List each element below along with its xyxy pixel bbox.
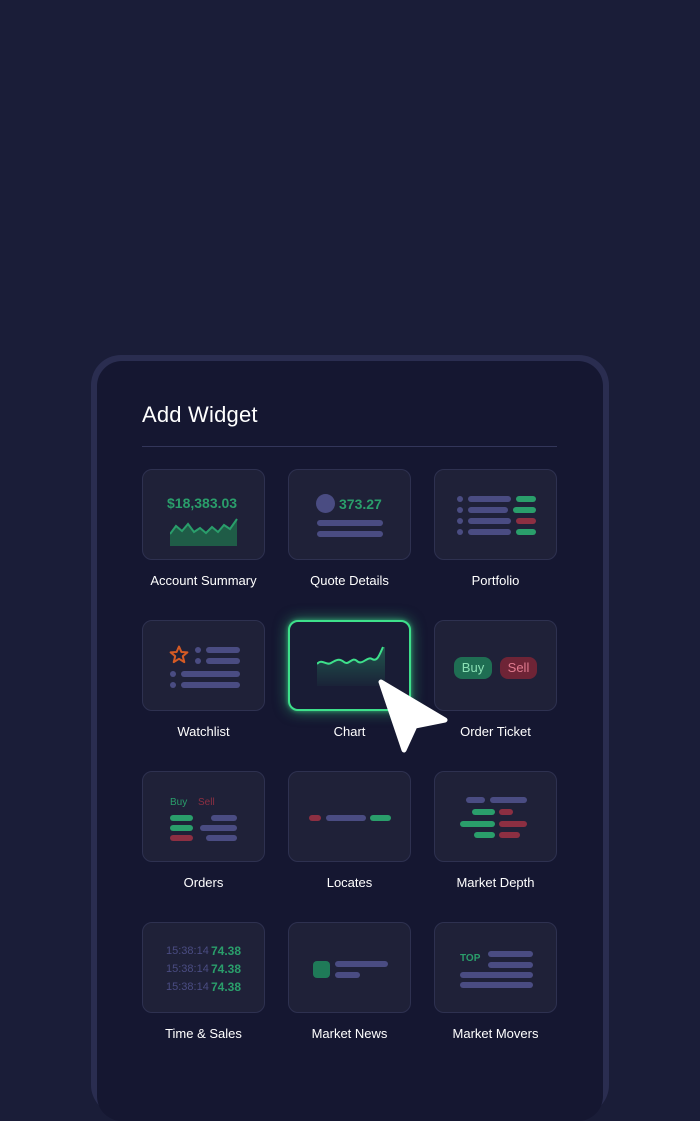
ask-bar xyxy=(499,832,520,838)
widget-label-market-movers: Market Movers xyxy=(452,1026,539,1041)
widget-tile-watchlist[interactable] xyxy=(142,620,265,711)
widget-tile-quote-details[interactable]: 373.27 xyxy=(288,469,411,560)
buy-label: Buy xyxy=(170,797,188,808)
placeholder-line xyxy=(206,647,240,653)
list-bullet xyxy=(195,658,201,664)
widget-label-order-ticket: Order Ticket xyxy=(460,724,531,739)
placeholder-line xyxy=(181,671,240,677)
sell-button-preview: Sell xyxy=(500,657,537,679)
placeholder-line xyxy=(317,520,383,526)
placeholder-line xyxy=(206,835,237,841)
widget-label-orders: Orders xyxy=(183,875,224,890)
negative-bar xyxy=(170,835,193,841)
top-badge: TOP xyxy=(460,953,481,964)
placeholder-line xyxy=(468,518,511,524)
widget-label-quote-details: Quote Details xyxy=(310,573,389,588)
placeholder-line xyxy=(468,496,511,502)
placeholder-line xyxy=(468,507,508,513)
placeholder-line xyxy=(488,962,533,968)
ask-bar xyxy=(499,809,513,815)
positive-bar xyxy=(170,815,193,821)
widget-tile-account-summary[interactable]: $18,383.03 xyxy=(142,469,265,560)
placeholder-line xyxy=(335,972,360,978)
placeholder-line xyxy=(326,815,366,821)
widget-label-market-news: Market News xyxy=(311,1026,388,1041)
trade-price: 74.38 xyxy=(211,944,242,958)
list-bullet xyxy=(457,496,463,502)
list-bullet xyxy=(457,529,463,535)
widget-tile-orders[interactable]: Buy Sell xyxy=(142,771,265,862)
placeholder-line xyxy=(488,951,533,957)
trade-price: 74.38 xyxy=(211,980,242,994)
positive-bar xyxy=(370,815,391,821)
positive-bar xyxy=(170,825,193,831)
list-bullet xyxy=(170,682,176,688)
widget-label-time-sales: Time & Sales xyxy=(165,1026,242,1041)
widget-tile-order-ticket[interactable]: Buy Sell xyxy=(434,620,557,711)
placeholder-line xyxy=(466,797,485,803)
divider xyxy=(142,446,557,447)
widget-tile-time-sales[interactable]: 15:38:14 74.38 15:38:14 74.38 15:38:14 7… xyxy=(142,922,265,1013)
widget-label-locates: Locates xyxy=(326,875,373,890)
list-bullet xyxy=(170,671,176,677)
placeholder-line xyxy=(460,982,533,988)
mouse-pointer-icon xyxy=(378,679,448,753)
dialog-title: Add Widget xyxy=(142,402,258,427)
positive-bar xyxy=(516,529,536,535)
placeholder-line xyxy=(468,529,511,535)
widget-tile-market-depth[interactable] xyxy=(434,771,557,862)
negative-bar xyxy=(516,518,536,524)
negative-bar xyxy=(309,815,321,821)
star-icon xyxy=(169,645,189,664)
list-bullet xyxy=(457,507,463,513)
symbol-avatar-icon xyxy=(316,494,335,513)
placeholder-line xyxy=(317,531,383,537)
sell-label: Sell xyxy=(198,797,215,808)
trade-time: 15:38:14 xyxy=(166,981,209,993)
trade-time: 15:38:14 xyxy=(166,945,209,957)
list-bullet xyxy=(457,518,463,524)
placeholder-line xyxy=(335,961,388,967)
placeholder-line xyxy=(206,658,240,664)
list-bullet xyxy=(195,647,201,653)
ask-bar xyxy=(499,821,527,827)
quote-price: 373.27 xyxy=(339,496,382,512)
bid-bar xyxy=(460,821,495,827)
widget-tile-portfolio[interactable] xyxy=(434,469,557,560)
widget-label-account-summary: Account Summary xyxy=(150,573,257,588)
area-chart-icon xyxy=(170,518,238,546)
placeholder-line xyxy=(211,815,237,821)
placeholder-line xyxy=(181,682,240,688)
bid-bar xyxy=(474,832,495,838)
placeholder-line xyxy=(490,797,527,803)
widget-tile-market-news[interactable] xyxy=(288,922,411,1013)
widget-tile-locates[interactable] xyxy=(288,771,411,862)
widget-label-watchlist: Watchlist xyxy=(177,724,230,739)
trade-price: 74.38 xyxy=(211,962,242,976)
news-thumbnail-icon xyxy=(313,961,330,978)
widget-tile-market-movers[interactable]: TOP xyxy=(434,922,557,1013)
placeholder-line xyxy=(200,825,237,831)
positive-bar xyxy=(516,496,536,502)
placeholder-line xyxy=(460,972,533,978)
account-value: $18,383.03 xyxy=(167,495,238,511)
widget-label-portfolio: Portfolio xyxy=(471,573,520,588)
bid-bar xyxy=(472,809,495,815)
positive-bar xyxy=(513,507,536,513)
trade-time: 15:38:14 xyxy=(166,963,209,975)
buy-button-preview: Buy xyxy=(454,657,492,679)
widget-label-market-depth: Market Depth xyxy=(456,875,535,890)
